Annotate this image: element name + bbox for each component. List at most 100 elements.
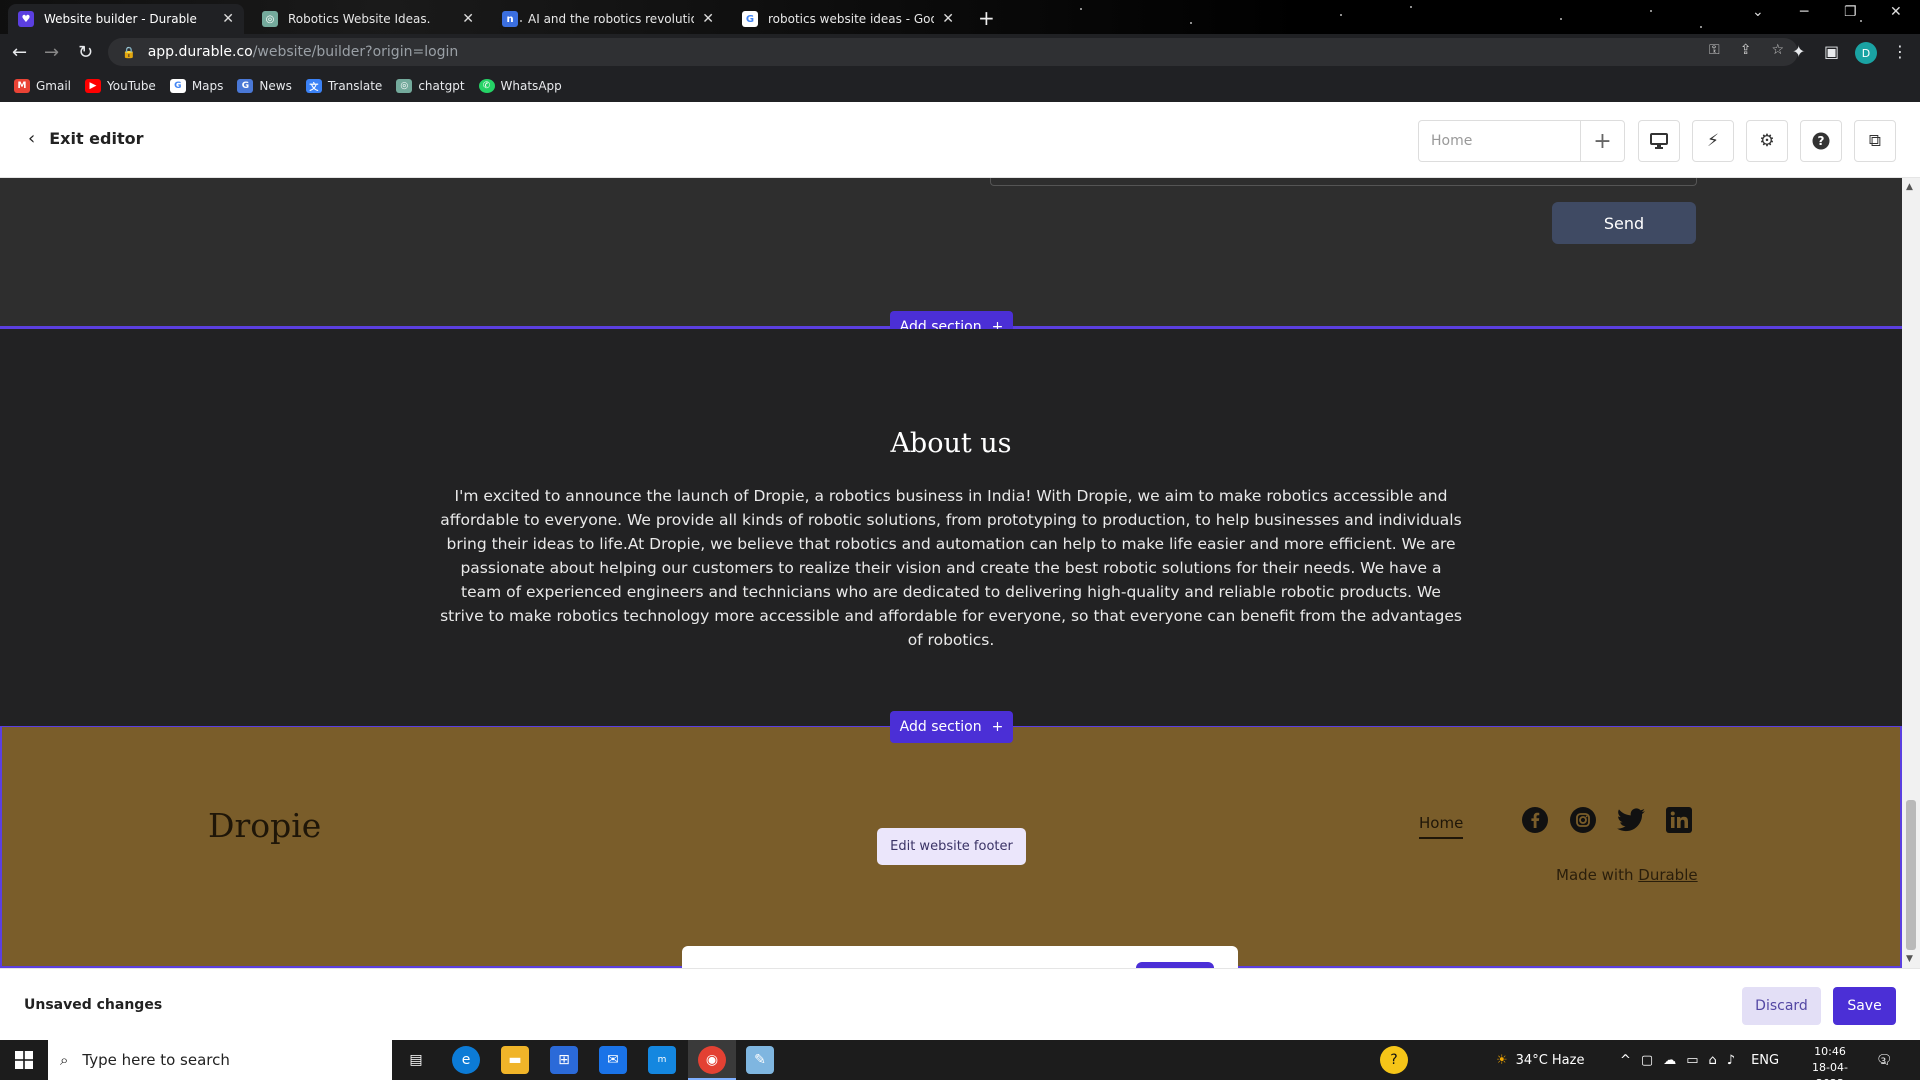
chrome-icon[interactable]: ◉ — [698, 1046, 726, 1074]
reload-icon[interactable]: ↻ — [78, 42, 93, 63]
new-tab-icon[interactable]: + — [978, 6, 995, 30]
about-title[interactable]: About us — [0, 428, 1902, 459]
send-button[interactable]: Send — [1552, 202, 1696, 244]
translate-icon: 文 — [305, 79, 322, 93]
edge-icon[interactable]: e — [452, 1046, 480, 1074]
tab-title: Robotics Website Ideas. — [288, 12, 431, 26]
task-view-icon[interactable]: ▤ — [402, 1046, 430, 1074]
meet-icon[interactable]: ▢ — [1641, 1053, 1653, 1068]
tab-title: AI and the robotics revolution W — [528, 12, 694, 26]
bookmark-youtube[interactable]: ▶ YouTube — [85, 79, 156, 93]
message-textarea[interactable] — [990, 178, 1697, 186]
store-icon[interactable]: ⊞ — [550, 1046, 578, 1074]
close-tab-icon[interactable]: ✕ — [462, 11, 474, 27]
help-assistant-icon[interactable]: ? — [1380, 1046, 1408, 1074]
discard-button[interactable]: Discard — [1742, 987, 1821, 1025]
ai-tools-button[interactable]: ⚡ — [1692, 120, 1734, 162]
mail-icon[interactable]: ✉ — [599, 1046, 627, 1074]
settings-button[interactable]: ⚙ — [1746, 120, 1788, 162]
back-icon[interactable]: ← — [12, 42, 27, 63]
bookmark-news[interactable]: G News — [237, 79, 292, 93]
open-external-button[interactable]: ⧉ — [1854, 120, 1896, 162]
scroll-up-icon[interactable]: ▲ — [1906, 182, 1913, 192]
save-button[interactable]: Save — [1833, 987, 1896, 1025]
language-indicator[interactable]: ENG — [1751, 1053, 1779, 1068]
add-section-button[interactable]: Add section + — [890, 711, 1013, 743]
facebook-icon — [1522, 807, 1548, 833]
tab-title: robotics website ideas - Google — [768, 12, 935, 26]
notifications-button[interactable]: 🗨 3 — [1876, 1040, 1893, 1080]
bookmark-maps[interactable]: G Maps — [169, 79, 224, 93]
page-select-value: Home — [1431, 133, 1473, 149]
restore-icon[interactable]: ❐ — [1844, 4, 1857, 20]
url-path: /website/builder?origin=login — [252, 44, 459, 60]
onedrive-icon[interactable]: ☁ — [1663, 1053, 1676, 1068]
minimize-icon[interactable]: ─ — [1800, 4, 1808, 20]
bookmark-translate[interactable]: 文 Translate — [305, 79, 382, 93]
external-link-icon: ⧉ — [1868, 131, 1882, 151]
help-button[interactable]: ? — [1800, 120, 1842, 162]
made-with-label: Made with — [1556, 866, 1634, 884]
close-tab-icon[interactable]: ✕ — [222, 11, 234, 27]
address-row: ← → ↻ 🔒 app.durable.co /website/builder?… — [0, 34, 1920, 70]
instagram-button[interactable] — [1569, 806, 1597, 834]
file-explorer-icon[interactable]: ▬ — [501, 1046, 529, 1074]
url-bar[interactable]: 🔒 app.durable.co /website/builder?origin… — [108, 38, 1798, 66]
haze-icon: ☀ — [1496, 1052, 1508, 1068]
display-icon[interactable]: ▭ — [1686, 1053, 1698, 1068]
bookmark-star-icon[interactable]: ☆ — [1771, 42, 1784, 58]
bookmark-chatgpt[interactable]: ◎ chatgpt — [396, 79, 465, 93]
edit-footer-button[interactable]: Edit website footer — [877, 828, 1026, 865]
close-window-icon[interactable]: ✕ — [1890, 4, 1902, 20]
bookmark-gmail[interactable]: M Gmail — [14, 79, 71, 93]
instagram-icon — [1570, 807, 1596, 833]
profile-avatar[interactable]: D — [1855, 42, 1877, 64]
twitter-button[interactable] — [1617, 806, 1645, 834]
canvas-scrollbar[interactable]: ▲ ▼ — [1902, 178, 1920, 968]
network-icon[interactable]: ⌂ — [1709, 1053, 1717, 1068]
extensions-icon[interactable]: ✦ — [1792, 42, 1805, 61]
tab-google-search[interactable]: G robotics website ideas - Google ✕ — [732, 4, 964, 34]
facebook-button[interactable] — [1521, 806, 1549, 834]
desktop-preview-button[interactable] — [1638, 120, 1680, 162]
share-icon[interactable]: ⇪ — [1740, 42, 1752, 58]
bookmark-label: WhatsApp — [500, 79, 562, 93]
add-page-button[interactable]: + — [1580, 121, 1624, 161]
close-tab-icon[interactable]: ✕ — [702, 11, 714, 27]
scrollbar-thumb[interactable] — [1906, 800, 1916, 950]
bookmark-whatsapp[interactable]: ✆ WhatsApp — [478, 79, 562, 93]
linkedin-button[interactable] — [1665, 806, 1693, 834]
page-selector[interactable]: Home + — [1418, 120, 1625, 162]
footer-nav-home[interactable]: Home — [1419, 814, 1464, 839]
twitter-icon — [1617, 808, 1645, 832]
exit-editor-button[interactable]: ‹ Exit editor — [28, 128, 143, 149]
bookmark-label: Gmail — [36, 79, 72, 93]
about-body[interactable]: I'm excited to announce the launch of Dr… — [438, 484, 1464, 652]
volume-icon[interactable]: ♪ — [1727, 1053, 1735, 1068]
taskbar-search[interactable]: ⌕ Type here to search — [48, 1040, 392, 1080]
start-button[interactable] — [0, 1040, 48, 1080]
mcafee-icon[interactable]: m — [648, 1046, 676, 1074]
forward-icon[interactable]: → — [44, 42, 59, 63]
close-tab-icon[interactable]: ✕ — [942, 11, 954, 27]
tab-ai-robotics[interactable]: n AI and the robotics revolution W ✕ — [492, 4, 724, 34]
tab-search-chevron-icon[interactable]: ⌄ — [1752, 4, 1764, 20]
scroll-down-icon[interactable]: ▼ — [1906, 954, 1913, 964]
clock-time: 10:46 — [1814, 1045, 1846, 1058]
durable-link[interactable]: Durable — [1638, 866, 1697, 884]
chevron-up-icon[interactable]: ^ — [1620, 1053, 1631, 1068]
google-icon: G — [169, 79, 186, 93]
tab-title: Website builder - Durable — [44, 12, 197, 26]
notepad-icon[interactable]: ✎ — [746, 1046, 774, 1074]
tab-website-builder[interactable]: ♥ Website builder - Durable ✕ — [8, 4, 244, 34]
system-clock[interactable]: 10:46 18-04-2023 — [1800, 1044, 1860, 1080]
side-panel-icon[interactable]: ▣ — [1824, 42, 1839, 61]
weather-widget[interactable]: ☀ 34°C Haze — [1496, 1040, 1584, 1080]
gear-icon: ⚙ — [1759, 131, 1775, 151]
bookmark-label: Maps — [191, 79, 224, 93]
tab-robotics-ideas[interactable]: ◎ Robotics Website Ideas. ✕ — [252, 4, 484, 34]
footer-brand[interactable]: Dropie — [208, 806, 321, 845]
browser-menu-icon[interactable]: ⋮ — [1892, 42, 1908, 61]
password-key-icon[interactable]: ⚿ — [1709, 42, 1720, 58]
gmail-icon: M — [14, 79, 30, 93]
